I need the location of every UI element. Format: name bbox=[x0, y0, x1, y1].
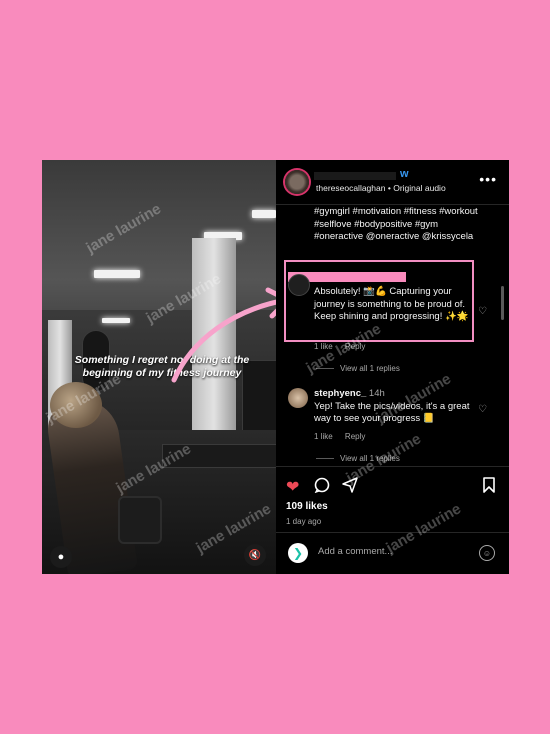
like-heart-icon[interactable]: ❤ bbox=[286, 477, 299, 497]
add-comment-input[interactable]: Add a comment... bbox=[318, 546, 392, 557]
commenter-avatar[interactable] bbox=[288, 388, 308, 408]
dumbbell bbox=[118, 496, 162, 544]
author-avatar[interactable] bbox=[285, 170, 309, 194]
view-replies[interactable]: View all 1 replies bbox=[316, 454, 400, 463]
bookmark-icon[interactable] bbox=[482, 477, 496, 498]
instagram-post-frame: Something I regret not doing at the begi… bbox=[42, 160, 509, 574]
redacted-username bbox=[314, 172, 396, 180]
tagged-user-icon[interactable]: ● bbox=[50, 546, 72, 568]
replies-divider bbox=[316, 368, 334, 370]
comment-meta: 1 like Reply bbox=[314, 432, 375, 441]
like-comment-icon[interactable]: ♡ bbox=[478, 404, 487, 415]
original-audio-link[interactable]: Original audio bbox=[393, 183, 445, 193]
view-replies-label: View all 1 replies bbox=[340, 364, 400, 373]
comment-likes[interactable]: 1 like bbox=[314, 342, 333, 351]
emoji-icon[interactable]: ☺ bbox=[479, 545, 495, 561]
post-actions: ❤ 109 likes 1 day ago bbox=[276, 466, 509, 526]
person-head bbox=[50, 382, 102, 428]
add-comment-bar: ❯ Add a comment... ☺ bbox=[276, 532, 509, 574]
reply-button[interactable]: Reply bbox=[345, 342, 365, 351]
comment-time: 14h bbox=[368, 388, 385, 399]
mute-icon[interactable]: 🔇 bbox=[244, 544, 266, 566]
ceiling-light bbox=[94, 270, 140, 278]
like-count[interactable]: 109 likes bbox=[286, 501, 328, 512]
comment-meta: 1 like Reply bbox=[314, 342, 375, 351]
audio-author[interactable]: thereseocallaghan bbox=[316, 183, 385, 193]
ceiling-light bbox=[102, 318, 130, 323]
current-user-avatar: ❯ bbox=[288, 543, 308, 563]
share-icon[interactable] bbox=[342, 477, 358, 498]
comment-username[interactable]: stephyenc_ bbox=[314, 388, 366, 399]
commenter-avatar[interactable] bbox=[288, 274, 310, 296]
comment-likes[interactable]: 1 like bbox=[314, 432, 333, 441]
view-replies-label: View all 1 replies bbox=[340, 454, 400, 463]
follow-link[interactable]: w bbox=[400, 168, 409, 180]
more-options-icon[interactable]: ••• bbox=[479, 171, 497, 187]
comments-panel: w thereseocallaghan • Original audio •••… bbox=[276, 160, 509, 574]
like-comment-icon[interactable]: ♡ bbox=[478, 306, 487, 317]
ceiling-light bbox=[252, 210, 276, 218]
replies-divider bbox=[316, 458, 334, 460]
comment-icon[interactable] bbox=[314, 477, 330, 498]
post-header: w thereseocallaghan • Original audio ••• bbox=[276, 160, 509, 205]
comment-text: Yep! Take the pics/videos, it's a great … bbox=[314, 400, 470, 425]
post-caption: #gymgirl #motivation #fitness #workout #… bbox=[314, 206, 478, 242]
header-subtitle: thereseocallaghan • Original audio bbox=[316, 183, 446, 193]
gym-bench bbox=[162, 444, 276, 468]
scrollbar[interactable] bbox=[501, 286, 504, 320]
view-replies[interactable]: View all 1 replies bbox=[316, 364, 400, 373]
reply-button[interactable]: Reply bbox=[345, 432, 365, 441]
separator-dot: • bbox=[387, 183, 391, 193]
comment-text: Absolutely! 📸💪 Capturing your journey is… bbox=[314, 286, 469, 322]
post-date: 1 day ago bbox=[286, 517, 322, 526]
comment-body: stephyenc_ 14h Yep! Take the pics/videos… bbox=[314, 388, 470, 426]
